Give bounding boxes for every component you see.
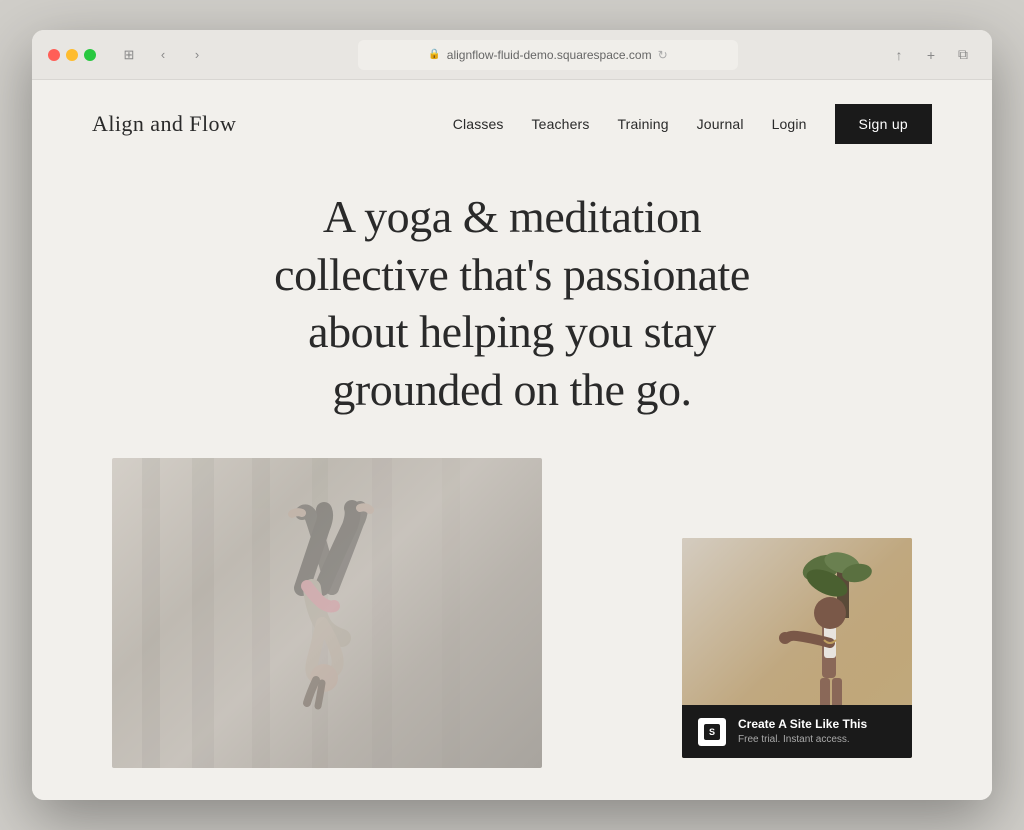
squarespace-logo-icon: S [704,724,720,740]
new-tab-button[interactable]: + [918,42,944,68]
squarespace-text: Create A Site Like This Free trial. Inst… [738,717,867,746]
copy-button[interactable]: ⧉ [950,42,976,68]
images-row: S Create A Site Like This Free trial. In… [92,458,932,768]
browser-actions: ↑ + ⧉ [886,42,976,68]
back-button[interactable]: ‹ [150,42,176,68]
nav-links: Classes Teachers Training Journal Login … [453,104,932,144]
squarespace-banner[interactable]: S Create A Site Like This Free trial. In… [682,705,912,758]
forward-button[interactable]: › [184,42,210,68]
hero-heading: A yoga & meditation collective that's pa… [232,188,792,418]
hero-text-block: A yoga & meditation collective that's pa… [232,188,792,418]
reload-icon[interactable]: ↻ [658,48,668,62]
nav-training[interactable]: Training [617,116,668,132]
nav-classes[interactable]: Classes [453,116,504,132]
lock-icon: 🔒 [428,49,440,60]
site-logo[interactable]: Align and Flow [92,111,236,137]
minimize-button[interactable] [66,49,78,61]
share-button[interactable]: ↑ [886,42,912,68]
meditation-image: S Create A Site Like This Free trial. In… [682,538,912,758]
navigation: Align and Flow Classes Teachers Training… [32,80,992,168]
nav-journal[interactable]: Journal [697,116,744,132]
banner-subtitle: Free trial. Instant access. [738,733,867,746]
banner-title: Create A Site Like This [738,717,867,733]
browser-window: ⊞ ‹ › 🔒 alignflow-fluid-demo.squarespace… [32,30,992,800]
browser-chrome: ⊞ ‹ › 🔒 alignflow-fluid-demo.squarespace… [32,30,992,80]
nav-teachers[interactable]: Teachers [532,116,590,132]
nav-login[interactable]: Login [772,116,807,132]
address-bar[interactable]: 🔒 alignflow-fluid-demo.squarespace.com ↻ [358,40,738,70]
maximize-button[interactable] [84,49,96,61]
signup-button[interactable]: Sign up [835,104,932,144]
hero-section: A yoga & meditation collective that's pa… [32,168,992,800]
traffic-lights [48,49,96,61]
close-button[interactable] [48,49,60,61]
url-text: alignflow-fluid-demo.squarespace.com [447,48,652,62]
website-content: Align and Flow Classes Teachers Training… [32,80,992,800]
yoga-pose-image [112,458,542,768]
window-mode-button[interactable]: ⊞ [116,42,142,68]
squarespace-logo: S [698,718,726,746]
browser-controls: ⊞ ‹ › [116,42,210,68]
